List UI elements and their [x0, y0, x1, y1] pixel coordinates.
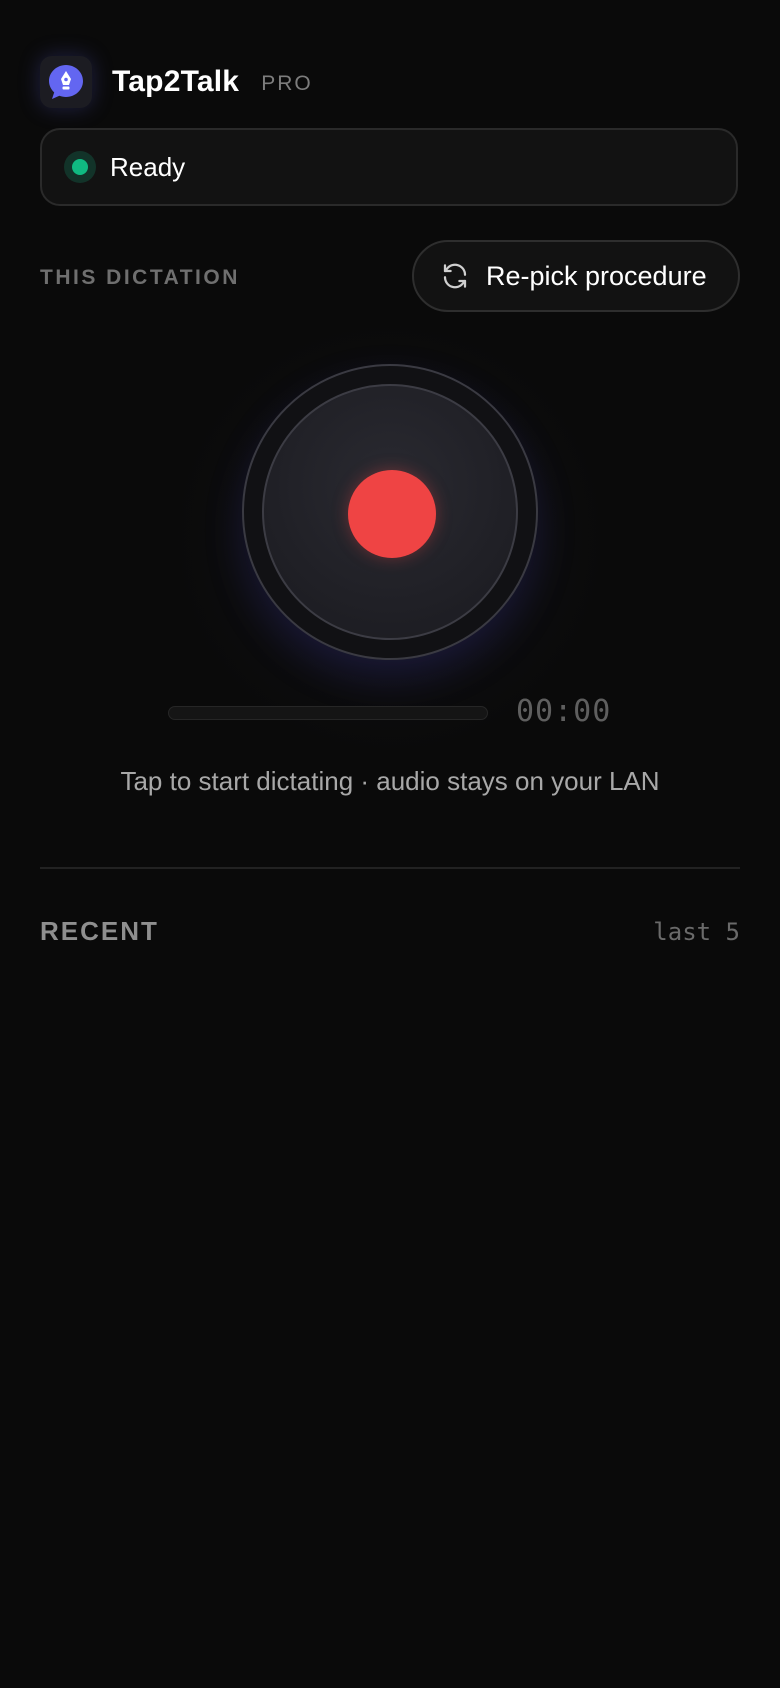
recording-hint: Tap to start dictating · audio stays on …	[120, 766, 660, 796]
recording-timer: 00:00	[516, 694, 612, 729]
section-divider	[40, 867, 740, 869]
status-bar: Ready	[40, 128, 738, 206]
dictation-section-header: THIS DICTATION Re-pick procedure	[40, 240, 740, 312]
app-header: Tap2Talk PRO	[40, 56, 313, 108]
app-screen: Tap2Talk PRO Ready THIS DICTATION Re-pic…	[0, 0, 780, 1688]
pen-nib-chat-bubble-icon	[49, 65, 83, 99]
record-button-inner-ring	[262, 384, 518, 640]
app-title: Tap2Talk	[112, 65, 240, 98]
record-button[interactable]	[242, 364, 538, 660]
app-logo	[40, 56, 92, 108]
recent-count-label: last 5	[653, 918, 740, 946]
audio-level-meter	[168, 706, 488, 720]
status-indicator	[64, 151, 96, 183]
plan-badge: PRO	[261, 72, 313, 95]
repick-procedure-label: Re-pick procedure	[486, 260, 707, 291]
recent-section-title: RECENT	[40, 916, 159, 946]
refresh-icon	[443, 263, 467, 289]
status-text: Ready	[110, 151, 186, 182]
status-dot-icon	[72, 159, 88, 175]
repick-procedure-button[interactable]: Re-pick procedure	[412, 240, 740, 312]
record-dot-icon	[348, 470, 436, 558]
section-label-this-dictation: THIS DICTATION	[40, 266, 240, 289]
